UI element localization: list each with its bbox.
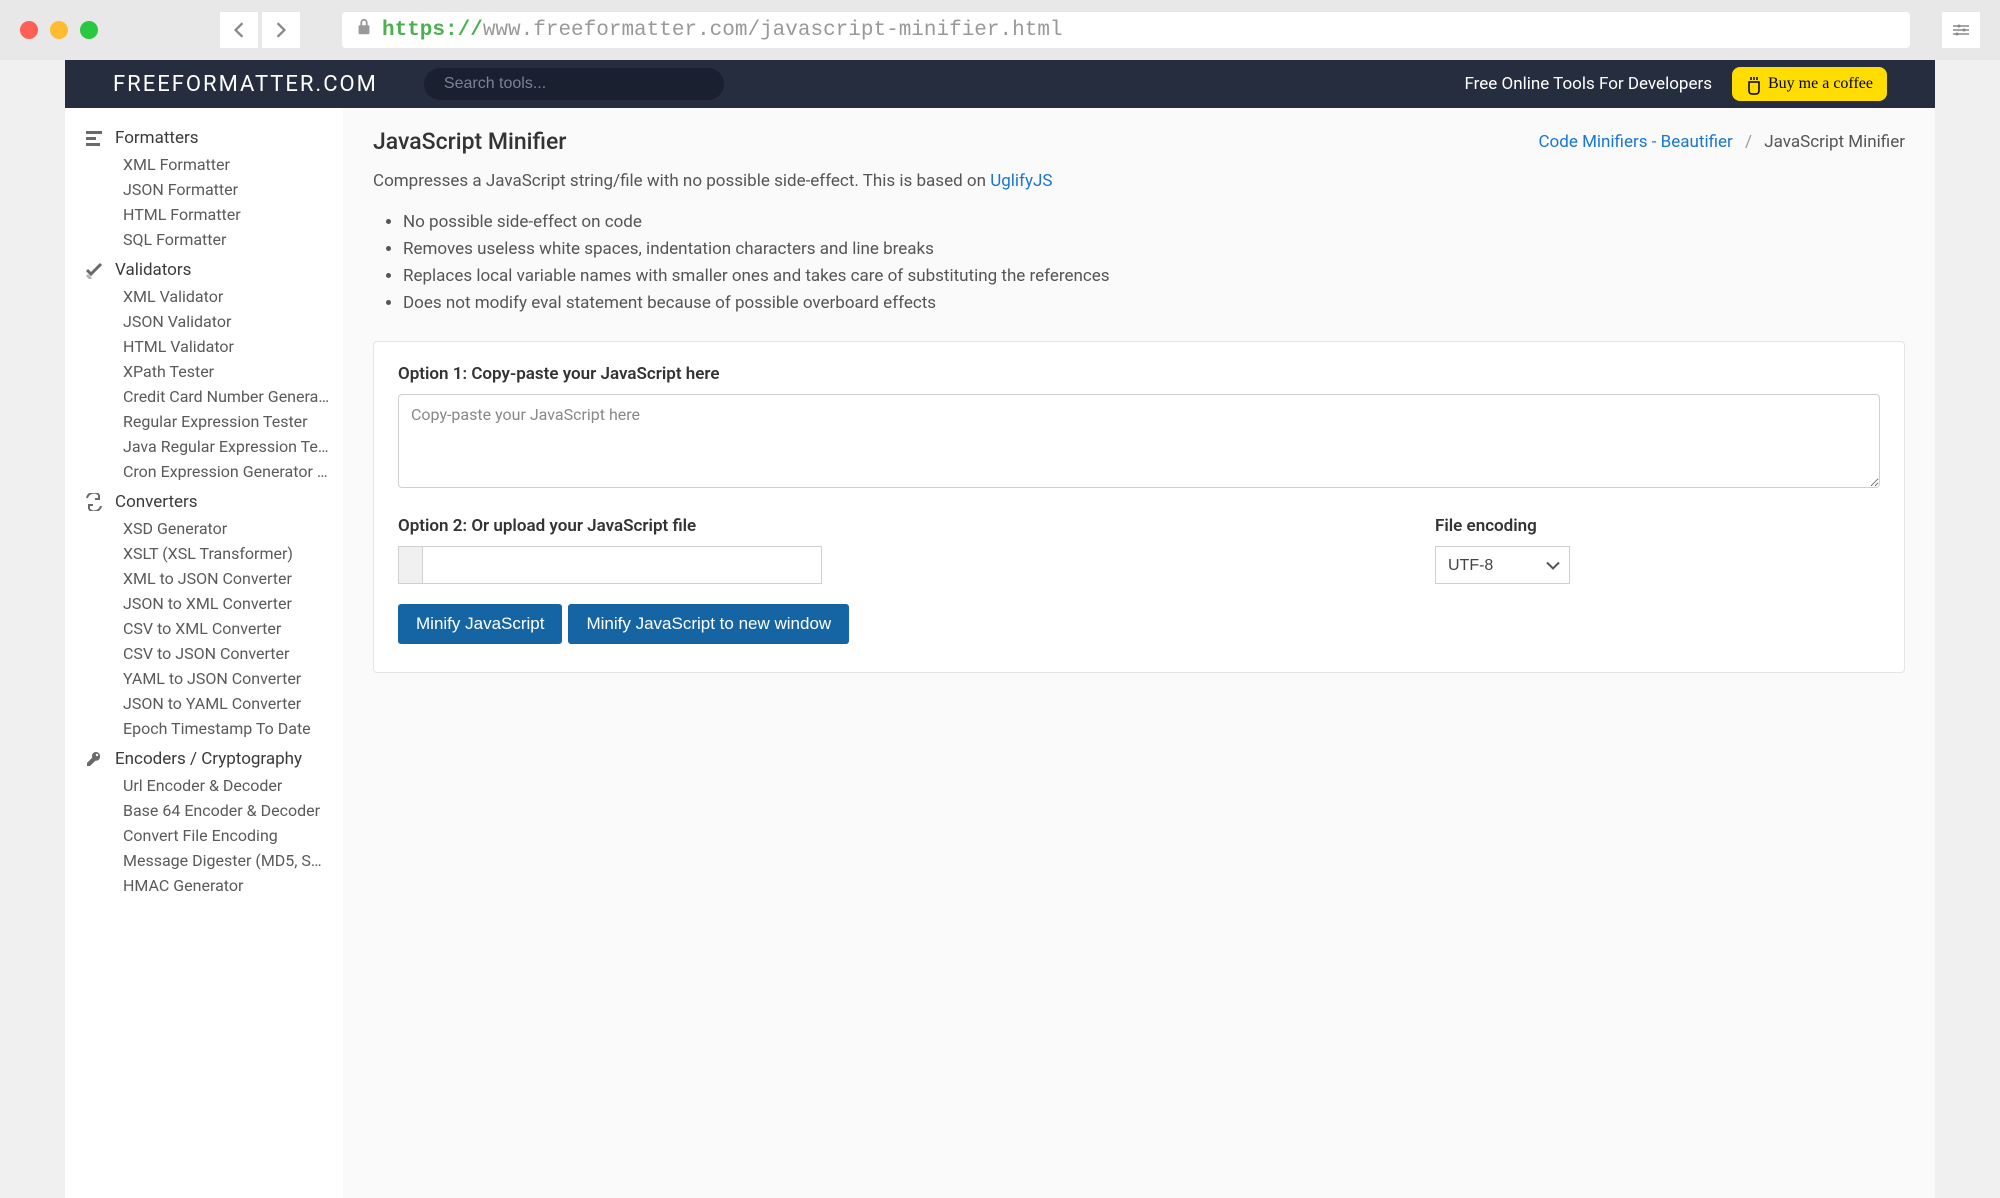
url-protocol: https:// — [382, 19, 483, 42]
lock-icon — [356, 18, 372, 43]
minify-new-window-button[interactable]: Minify JavaScript to new window — [568, 604, 849, 644]
chevron-left-icon — [233, 22, 245, 38]
sidebar-item[interactable]: Java Regular Expression Tester — [123, 434, 343, 459]
refresh-icon — [85, 493, 103, 511]
sidebar-item[interactable]: XML Validator — [123, 284, 343, 309]
nav-tagline: Free Online Tools For Developers — [1464, 74, 1712, 94]
sidebar-item[interactable]: SQL Formatter — [123, 227, 343, 252]
search-input[interactable] — [444, 75, 704, 93]
breadcrumb: Code Minifiers - Beautifier / JavaScript… — [1538, 132, 1905, 152]
window-minimize-button[interactable] — [50, 21, 68, 39]
check-icon — [85, 261, 103, 279]
sidebar-item[interactable]: Url Encoder & Decoder — [123, 773, 343, 798]
option2-label: Option 2: Or upload your JavaScript file — [398, 516, 1399, 536]
window-maximize-button[interactable] — [80, 21, 98, 39]
breadcrumb-separator: / — [1745, 132, 1752, 152]
sidebar-section-label: Formatters — [115, 128, 199, 148]
sidebar-item[interactable]: XSLT (XSL Transformer) — [123, 541, 343, 566]
sidebar-item[interactable]: HTML Formatter — [123, 202, 343, 227]
breadcrumb-current: JavaScript Minifier — [1764, 132, 1905, 152]
page-title: JavaScript Minifier — [373, 128, 566, 155]
feature-item: No possible side-effect on code — [403, 209, 1905, 236]
sidebar-section-validators[interactable]: Validators — [65, 256, 343, 284]
buy-coffee-button[interactable]: Buy me a coffee — [1732, 67, 1887, 101]
sidebar-item[interactable]: JSON Formatter — [123, 177, 343, 202]
feature-list: No possible side-effect on codeRemoves u… — [403, 209, 1905, 318]
coffee-cup-icon — [1746, 75, 1762, 93]
sidebar-item[interactable]: Cron Expression Generator (Quartz) — [123, 459, 343, 484]
uglifyjs-link[interactable]: UglifyJS — [990, 171, 1052, 191]
sidebar-item[interactable]: HTML Validator — [123, 334, 343, 359]
sidebar-item[interactable]: Credit Card Number Generator & V... — [123, 384, 343, 409]
sidebar-item[interactable]: JSON to YAML Converter — [123, 691, 343, 716]
breadcrumb-parent-link[interactable]: Code Minifiers - Beautifier — [1538, 132, 1732, 152]
sidebar-item[interactable]: CSV to XML Converter — [123, 616, 343, 641]
format-icon — [85, 129, 103, 147]
file-path-field[interactable] — [422, 546, 822, 584]
sidebar-item[interactable]: JSON Validator — [123, 309, 343, 334]
sidebar-section-encoders-cryptography[interactable]: Encoders / Cryptography — [65, 745, 343, 773]
key-icon — [85, 750, 103, 768]
browser-settings-button[interactable] — [1942, 12, 1980, 48]
sidebar-section-formatters[interactable]: Formatters — [65, 124, 343, 152]
file-upload-input[interactable] — [398, 546, 1399, 584]
sliders-icon — [1952, 22, 1970, 38]
sidebar-item[interactable]: XPath Tester — [123, 359, 343, 384]
browser-back-button[interactable] — [220, 12, 258, 48]
sidebar-item[interactable]: CSV to JSON Converter — [123, 641, 343, 666]
url-path: www.freeformatter.com/javascript-minifie… — [483, 19, 1063, 42]
sidebar: FormattersXML FormatterJSON FormatterHTM… — [65, 108, 343, 1198]
sidebar-item[interactable]: XML Formatter — [123, 152, 343, 177]
sidebar-section-converters[interactable]: Converters — [65, 488, 343, 516]
feature-item: Does not modify eval statement because o… — [403, 290, 1905, 317]
coffee-button-label: Buy me a coffee — [1768, 75, 1873, 93]
address-bar[interactable]: https://www.freeformatter.com/javascript… — [342, 12, 1910, 48]
feature-item: Replaces local variable names with small… — [403, 263, 1905, 290]
sidebar-item[interactable]: Regular Expression Tester — [123, 409, 343, 434]
sidebar-item[interactable]: Base 64 Encoder & Decoder — [123, 798, 343, 823]
option1-label: Option 1: Copy-paste your JavaScript her… — [398, 364, 1880, 384]
sidebar-item[interactable]: Epoch Timestamp To Date — [123, 716, 343, 741]
top-nav: FREEFORMATTER.COM Free Online Tools For … — [65, 60, 1935, 108]
browser-chrome: https://www.freeformatter.com/javascript… — [0, 0, 2000, 60]
description-text: Compresses a JavaScript string/file with… — [373, 171, 990, 191]
search-box[interactable] — [424, 68, 724, 100]
encoding-select[interactable]: UTF-8 — [1435, 546, 1570, 584]
sidebar-item[interactable]: Message Digester (MD5, SHA-256, ... — [123, 848, 343, 873]
main-content: JavaScript Minifier Code Minifiers - Bea… — [343, 108, 1935, 1198]
sidebar-section-label: Converters — [115, 492, 198, 512]
sidebar-item[interactable]: YAML to JSON Converter — [123, 666, 343, 691]
traffic-lights — [20, 21, 98, 39]
sidebar-section-label: Encoders / Cryptography — [115, 749, 302, 769]
sidebar-item[interactable]: Convert File Encoding — [123, 823, 343, 848]
sidebar-item[interactable]: HMAC Generator — [123, 873, 343, 898]
site-logo[interactable]: FREEFORMATTER.COM — [113, 72, 378, 97]
window-close-button[interactable] — [20, 21, 38, 39]
browser-forward-button[interactable] — [262, 12, 300, 48]
minify-button[interactable]: Minify JavaScript — [398, 604, 562, 644]
encoding-label: File encoding — [1435, 516, 1570, 536]
form-card: Option 1: Copy-paste your JavaScript her… — [373, 341, 1905, 673]
sidebar-item[interactable]: XML to JSON Converter — [123, 566, 343, 591]
javascript-input-textarea[interactable] — [398, 394, 1880, 488]
feature-item: Removes useless white spaces, indentatio… — [403, 236, 1905, 263]
page-description: Compresses a JavaScript string/file with… — [373, 169, 1905, 195]
sidebar-item[interactable]: XSD Generator — [123, 516, 343, 541]
sidebar-item[interactable]: JSON to XML Converter — [123, 591, 343, 616]
chevron-right-icon — [275, 22, 287, 38]
sidebar-section-label: Validators — [115, 260, 191, 280]
file-browse-button[interactable] — [398, 546, 422, 584]
